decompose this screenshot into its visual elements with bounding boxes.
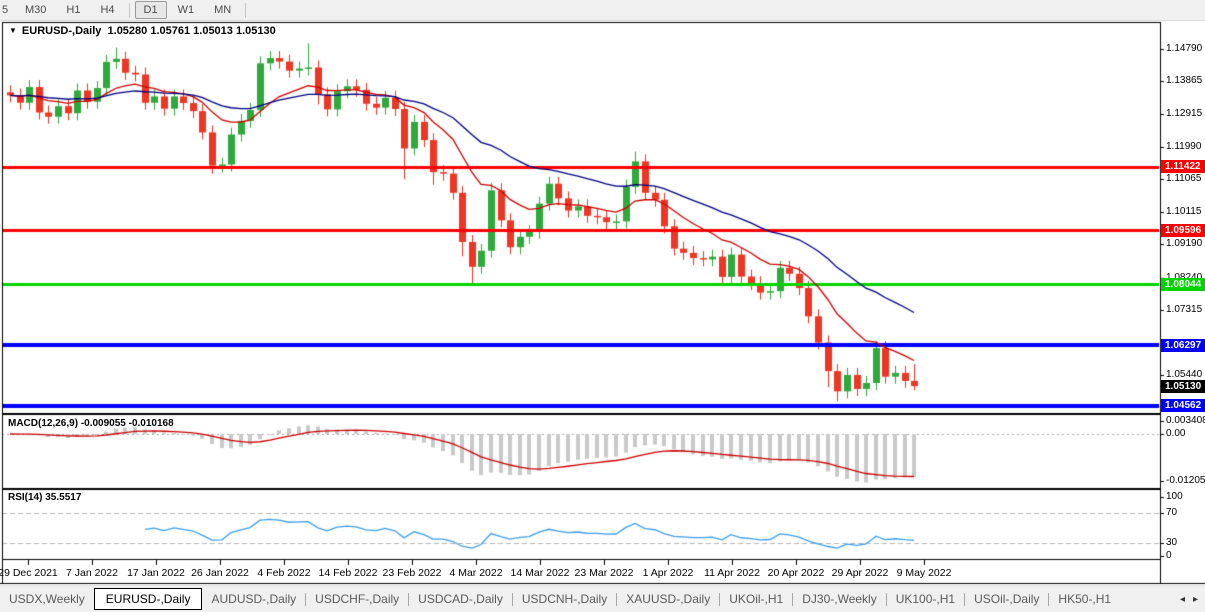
toolbar-separator [129,3,130,18]
chart-title-symbol: EURUSD-,Daily [22,25,101,37]
tab-uk100-h1[interactable]: UK100-,H1 [887,589,964,609]
date-tick-label: 23 Feb 2022 [383,567,442,579]
price-badge: 1.04562 [1161,399,1205,412]
price-tick-label: 1.14790 [1166,43,1202,54]
price-badge: 1.06297 [1161,339,1205,352]
timeframe-button-W1[interactable]: W1 [169,1,204,19]
date-tick-label: 9 May 2022 [897,567,952,579]
symbol-tabbar: USDX,WeeklyEURUSD-,DailyAUDUSD-,DailyUSD… [0,585,1205,612]
macd-tick-label: 0.003408 [1166,415,1205,426]
date-tick-label: 26 Jan 2022 [191,567,249,579]
rsi-tick-label: 70 [1166,507,1177,518]
tab-hk50-h1[interactable]: HK50-,H1 [1049,589,1120,609]
timeframe-button-5[interactable]: 5 [1,1,14,19]
tab-xauusd-daily[interactable]: XAUUSD-,Daily [617,589,719,609]
price-badge: 1.05130 [1161,380,1205,393]
macd-tick-label: 0.00 [1166,428,1185,439]
rsi-tick-label: 30 [1166,537,1177,548]
date-tick-label: 20 Apr 2022 [768,567,825,579]
chart-title-ohlc: 1.05280 1.05761 1.05013 1.05130 [108,25,276,37]
date-tick-label: 1 Apr 2022 [643,567,694,579]
tab-scroll-right-icon[interactable]: ▸ [1193,594,1198,605]
timeframe-button-M30[interactable]: M30 [16,1,55,19]
price-tick-label: 1.11065 [1166,173,1201,184]
chart-title: ▼ EURUSD-,Daily 1.05280 1.05761 1.05013 1… [9,25,276,37]
timeframe-button-H4[interactable]: H4 [91,1,123,19]
rsi-panel-label: RSI(14) 35.5517 [8,492,81,503]
macd-panel-label: MACD(12,26,9) -0.009055 -0.010168 [8,418,174,429]
tab-dj30-weekly[interactable]: DJ30-,Weekly [793,589,885,609]
timeframe-button-MN[interactable]: MN [205,1,240,19]
rsi-label: RSI(14) [8,492,42,503]
price-tick-label: 1.13865 [1166,75,1202,86]
timeframe-button-H1[interactable]: H1 [57,1,89,19]
price-tick-label: 1.10115 [1166,206,1201,217]
price-tick-label: 1.07315 [1166,304,1202,315]
tab-usoil-daily[interactable]: USOil-,Daily [965,589,1048,609]
date-tick-label: 29 Apr 2022 [832,567,889,579]
tab-usdx-weekly[interactable]: USDX,Weekly [0,589,94,609]
tab-usdcnh-daily[interactable]: USDCNH-,Daily [513,589,616,609]
price-badge: 1.11422 [1161,160,1205,173]
date-tick-label: 11 Apr 2022 [704,567,760,579]
price-badge: 1.08044 [1161,278,1205,291]
date-tick-label: 4 Mar 2022 [449,567,502,579]
date-tick-label: 14 Mar 2022 [511,567,570,579]
price-badge: 1.09596 [1161,224,1205,237]
tab-usdchf-daily[interactable]: USDCHF-,Daily [306,589,408,609]
tab-scroll-left-icon[interactable]: ◂ [1180,594,1185,605]
timeframe-button-D1[interactable]: D1 [135,1,167,19]
macd-tick-label: -0.01205 [1166,475,1205,486]
chart-area: ▼ EURUSD-,Daily 1.05280 1.05761 1.05013 1… [0,0,1205,612]
tab-scroll-arrows: ◂▸ [1180,594,1205,605]
macd-label: MACD(12,26,9) [8,418,78,429]
macd-values: -0.009055 -0.010168 [81,418,174,429]
tab-ukoil-h1[interactable]: UKOil-,H1 [720,589,792,609]
date-tick-label: 7 Jan 2022 [66,567,118,579]
tab-eurusd-daily[interactable]: EURUSD-,Daily [94,588,203,610]
toolbar-separator [245,3,246,18]
price-tick-label: 1.11990 [1166,141,1201,152]
rsi-tick-label: 0 [1166,550,1172,561]
date-tick-label: 14 Feb 2022 [319,567,378,579]
date-tick-label: 17 Jan 2022 [127,567,185,579]
date-tick-label: 29 Dec 2021 [0,567,58,579]
rsi-value: 35.5517 [45,492,81,503]
price-chart-canvas[interactable] [0,0,1205,612]
tab-usdcad-daily[interactable]: USDCAD-,Daily [409,589,512,609]
rsi-tick-label: 100 [1166,491,1183,502]
date-tick-label: 23 Mar 2022 [575,567,634,579]
price-tick-label: 1.09190 [1166,238,1202,249]
date-tick-label: 4 Feb 2022 [257,567,310,579]
price-tick-label: 1.12915 [1166,108,1202,119]
symbol-dropdown-icon[interactable]: ▼ [9,26,17,35]
tab-audusd-daily[interactable]: AUDUSD-,Daily [202,589,305,609]
timeframe-toolbar: 5M30H1H4 D1W1MN [0,0,1205,21]
